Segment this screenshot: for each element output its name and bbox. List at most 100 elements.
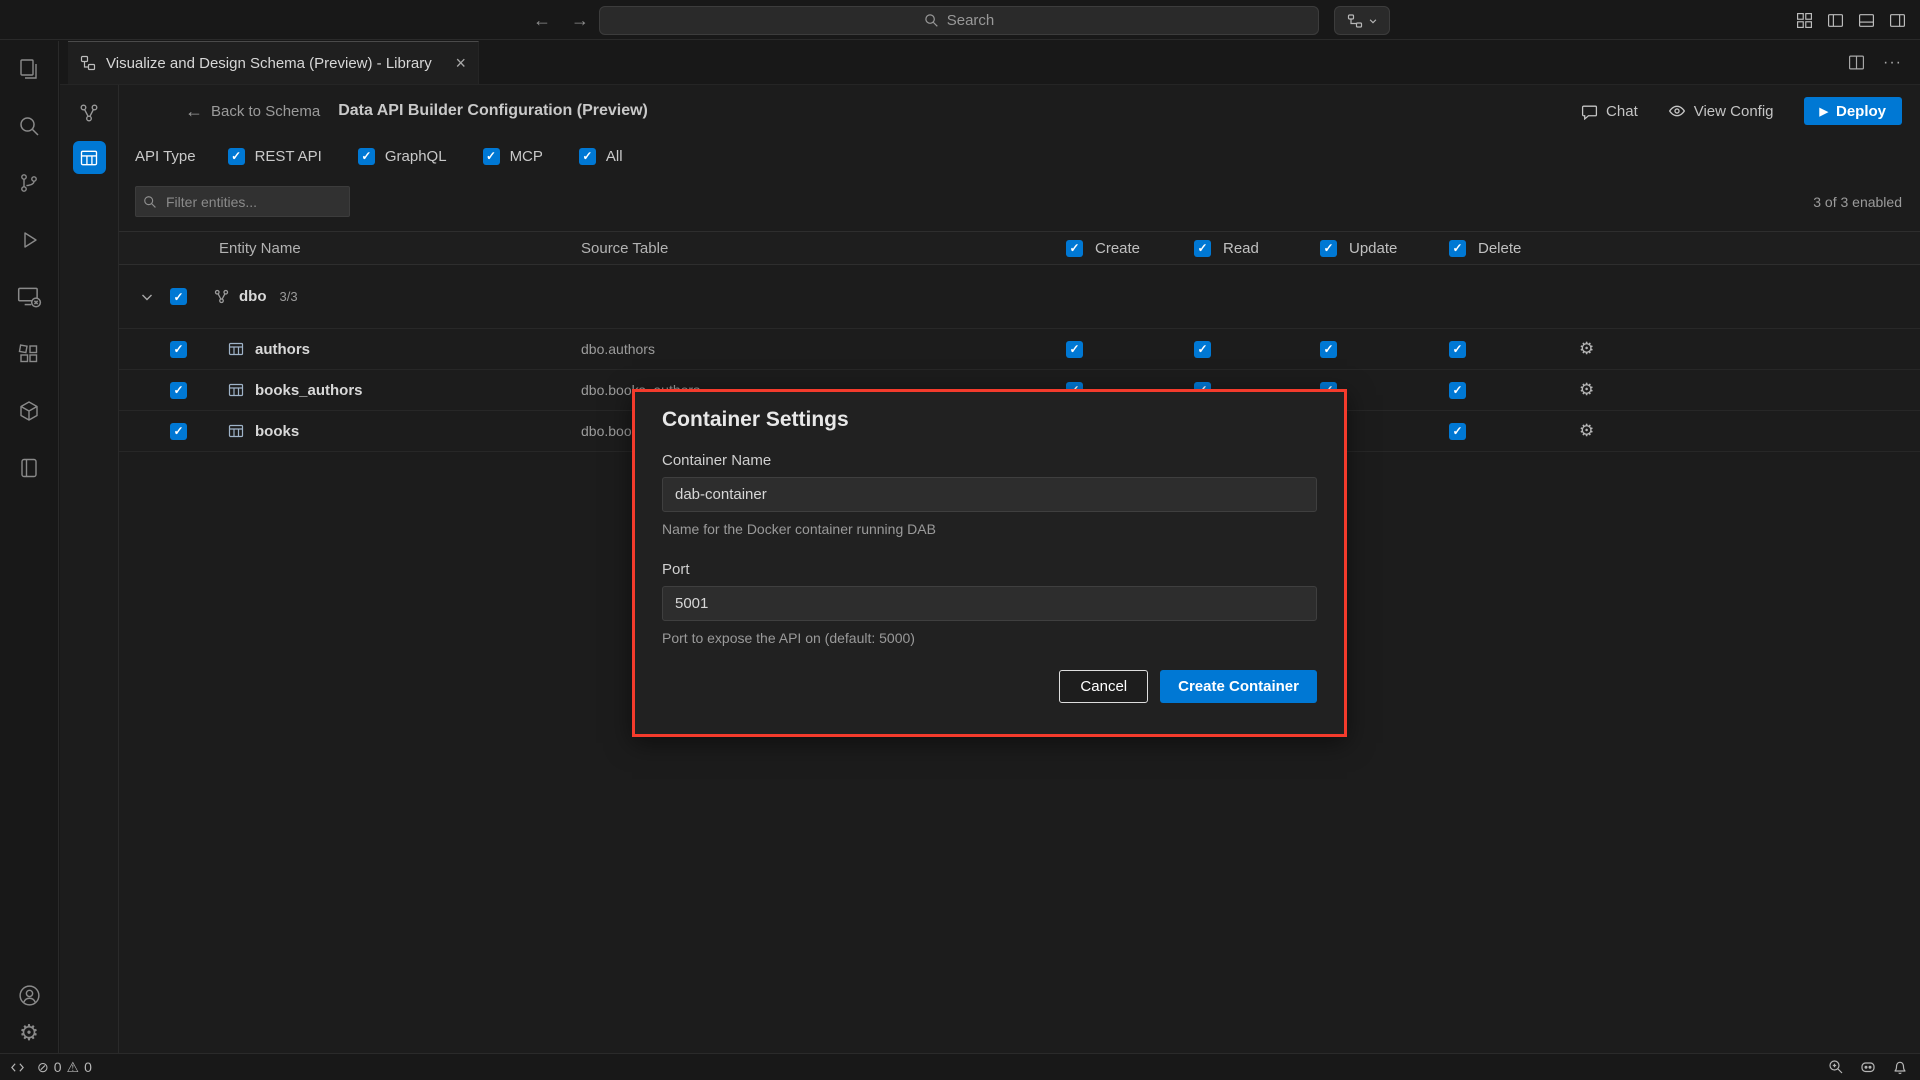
session-menu-button[interactable]	[1334, 6, 1390, 35]
mcp-option[interactable]: MCP	[483, 148, 543, 165]
update-checkbox[interactable]	[1320, 341, 1337, 358]
remote-explorer-icon[interactable]	[15, 283, 43, 311]
read-all-checkbox[interactable]	[1194, 240, 1211, 257]
database-projects-icon[interactable]	[15, 454, 43, 482]
tab-bar: Visualize and Design Schema (Preview) - …	[60, 41, 1920, 85]
play-icon: ▶	[1820, 105, 1828, 118]
chat-button[interactable]: Chat	[1581, 103, 1638, 120]
row-checkbox[interactable]	[170, 382, 187, 399]
history-nav: ← →	[533, 0, 589, 40]
update-all-checkbox[interactable]	[1320, 240, 1337, 257]
source-control-icon[interactable]	[15, 169, 43, 197]
run-debug-icon[interactable]	[15, 226, 43, 254]
delete-checkbox[interactable]	[1449, 341, 1466, 358]
entity-table-header: Entity Name Source Table Create Read	[119, 231, 1920, 265]
source-table-column-header: Source Table	[581, 240, 1066, 257]
create-column-header: Create	[1066, 240, 1194, 257]
delete-checkbox[interactable]	[1449, 423, 1466, 440]
container-name-input[interactable]	[662, 477, 1317, 512]
create-container-button[interactable]: Create Container	[1160, 670, 1317, 703]
graphql-option[interactable]: GraphQL	[358, 148, 447, 165]
mcp-checkbox[interactable]	[483, 148, 500, 165]
delete-checkbox[interactable]	[1449, 382, 1466, 399]
table-icon	[228, 423, 244, 439]
rest-api-checkbox[interactable]	[228, 148, 245, 165]
explorer-icon[interactable]	[15, 55, 43, 83]
view-config-label: View Config	[1694, 103, 1774, 120]
chevron-down-icon	[1368, 16, 1378, 26]
copilot-icon[interactable]	[1860, 1059, 1876, 1075]
create-checkbox[interactable]	[1066, 341, 1083, 358]
graphql-label: GraphQL	[385, 148, 447, 165]
chat-icon	[1581, 103, 1598, 120]
flow-icon	[1347, 13, 1363, 29]
tab-title: Visualize and Design Schema (Preview) - …	[106, 55, 445, 72]
customize-layout-icon[interactable]	[1796, 12, 1813, 29]
error-icon: ⊘	[37, 1059, 49, 1076]
entity-name: authors	[255, 341, 310, 358]
tab-bar-actions: ···	[1848, 41, 1920, 84]
update-column-header: Update	[1320, 240, 1449, 257]
split-editor-icon[interactable]	[1848, 54, 1865, 71]
activity-bar: ⚙	[0, 41, 59, 1053]
containers-icon[interactable]	[15, 397, 43, 425]
dab-config-table-icon[interactable]	[73, 141, 106, 174]
read-checkbox[interactable]	[1194, 341, 1211, 358]
table-icon	[228, 382, 244, 398]
warning-count: 0	[84, 1059, 92, 1075]
row-checkbox[interactable]	[170, 423, 187, 440]
filter-entities-input[interactable]	[135, 186, 350, 217]
port-input[interactable]	[662, 586, 1317, 621]
toggle-sidebar-left-icon[interactable]	[1827, 12, 1844, 29]
deploy-button[interactable]: ▶ Deploy	[1804, 97, 1902, 125]
more-actions-icon[interactable]: ···	[1883, 54, 1902, 72]
page-header: ← Back to Schema Data API Builder Config…	[119, 85, 1920, 137]
schema-diagram-icon[interactable]	[74, 98, 104, 128]
toggle-sidebar-right-icon[interactable]	[1889, 12, 1906, 29]
schema-group-row: dbo 3/3	[119, 265, 1920, 329]
group-count: 3/3	[280, 289, 298, 304]
table-icon	[228, 341, 244, 357]
container-name-help: Name for the Docker container running DA…	[662, 521, 1317, 537]
delete-column-label: Delete	[1478, 240, 1521, 257]
extensions-icon[interactable]	[15, 340, 43, 368]
all-label: All	[606, 148, 623, 165]
rest-api-option[interactable]: REST API	[228, 148, 322, 165]
view-config-button[interactable]: View Config	[1668, 102, 1774, 120]
toggle-panel-icon[interactable]	[1858, 12, 1875, 29]
search-view-icon[interactable]	[15, 112, 43, 140]
search-icon	[924, 13, 939, 28]
remote-indicator[interactable]	[10, 1060, 25, 1075]
back-to-schema-label: Back to Schema	[211, 103, 320, 120]
row-settings-gear-icon[interactable]: ⚙	[1579, 421, 1920, 441]
problems-indicator[interactable]: ⊘ 0 ⚠ 0	[37, 1059, 92, 1076]
settings-gear-icon[interactable]: ⚙	[15, 1019, 43, 1047]
zoom-icon[interactable]	[1828, 1059, 1844, 1075]
all-checkbox[interactable]	[579, 148, 596, 165]
back-nav-icon[interactable]: ←	[533, 10, 551, 31]
port-help: Port to expose the API on (default: 5000…	[662, 630, 1317, 646]
tab-visualize-design-schema[interactable]: Visualize and Design Schema (Preview) - …	[68, 41, 479, 84]
row-checkbox[interactable]	[170, 341, 187, 358]
row-settings-gear-icon[interactable]: ⚙	[1579, 380, 1920, 400]
search-command-center[interactable]: Search	[599, 6, 1319, 35]
group-checkbox[interactable]	[170, 288, 187, 305]
row-settings-gear-icon[interactable]: ⚙	[1579, 339, 1920, 359]
create-all-checkbox[interactable]	[1066, 240, 1083, 257]
group-collapse-chevron-icon[interactable]	[139, 289, 155, 305]
container-settings-dialog: Container Settings Container Name Name f…	[632, 389, 1347, 737]
tab-close-icon[interactable]: ×	[455, 54, 466, 72]
entity-cell: books	[119, 423, 581, 440]
entity-cell: books_authors	[119, 382, 581, 399]
mcp-label: MCP	[510, 148, 543, 165]
eye-icon	[1668, 102, 1686, 120]
delete-all-checkbox[interactable]	[1449, 240, 1466, 257]
back-to-schema-link[interactable]: ← Back to Schema	[185, 101, 320, 122]
graphql-checkbox[interactable]	[358, 148, 375, 165]
notifications-bell-icon[interactable]	[1892, 1059, 1908, 1075]
all-option[interactable]: All	[579, 148, 623, 165]
account-icon[interactable]	[15, 981, 43, 1009]
update-column-label: Update	[1349, 240, 1397, 257]
cancel-button[interactable]: Cancel	[1059, 670, 1148, 703]
forward-nav-icon[interactable]: →	[571, 10, 589, 31]
